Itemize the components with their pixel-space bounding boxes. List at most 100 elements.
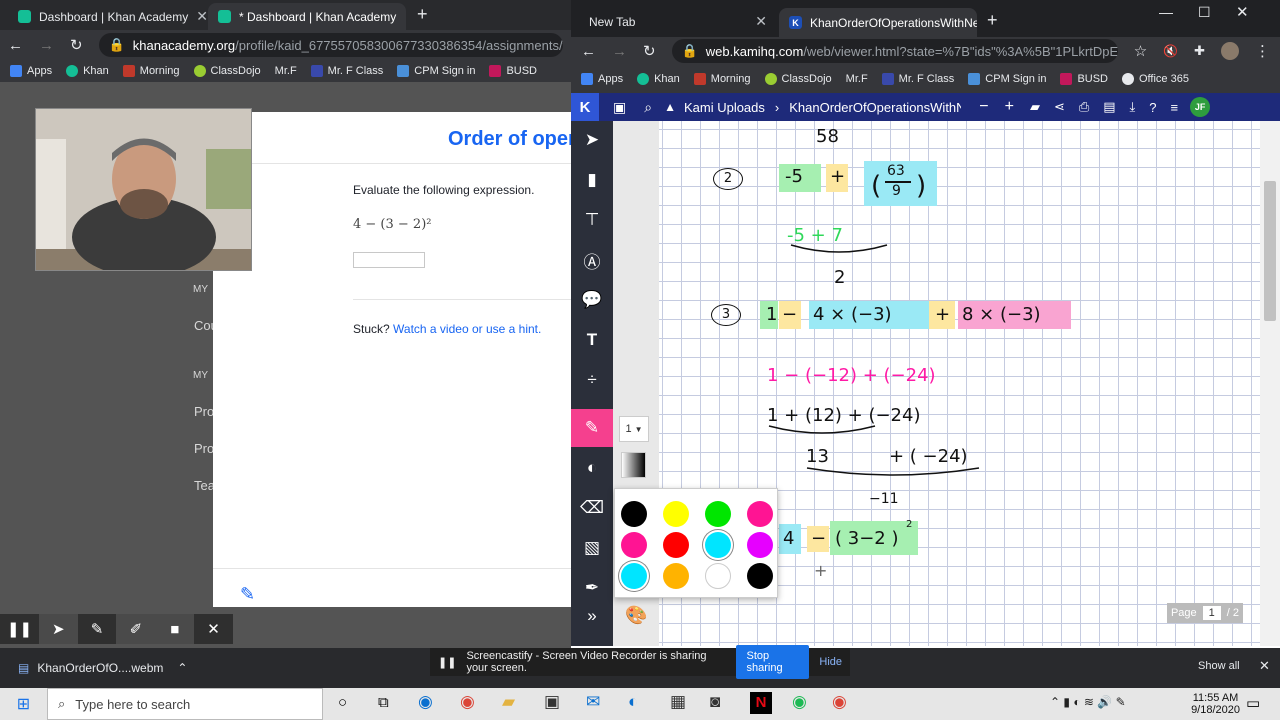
- equation-tool-icon[interactable]: ÷: [571, 361, 613, 399]
- stroke-size-select[interactable]: 1 ▼: [619, 416, 649, 442]
- profile-avatar[interactable]: [1221, 42, 1239, 60]
- select-tool-icon[interactable]: ➤: [571, 121, 613, 159]
- file-name[interactable]: KhanOrderOfOperationsWithNeg: [789, 100, 961, 115]
- scrollbar-thumb[interactable]: [1264, 181, 1276, 321]
- star-icon[interactable]: ☆: [1134, 42, 1147, 60]
- stop-sharing-button[interactable]: Stop sharing: [736, 645, 810, 679]
- scratchpad-pencil-icon[interactable]: ✎: [240, 584, 255, 605]
- extensions-icon[interactable]: ✚: [1194, 43, 1205, 59]
- address-bar[interactable]: 🔒 khanacademy.org/profile/kaid_677557058…: [98, 33, 563, 57]
- image-tool-icon[interactable]: ▧: [571, 529, 613, 567]
- bookmark-mrf[interactable]: Mr.F: [275, 65, 297, 77]
- bookmark-cpm[interactable]: CPM Sign in: [968, 73, 1046, 85]
- sidebar-item[interactable]: Pro: [194, 404, 214, 419]
- bookmark-cpm[interactable]: CPM Sign in: [397, 65, 475, 77]
- bookmark-morning[interactable]: Morning: [693, 73, 751, 85]
- clock[interactable]: 11:55 AM 9/18/2020: [1191, 688, 1240, 720]
- bookmark-office[interactable]: Office 365: [1122, 73, 1189, 85]
- document-scrollbar[interactable]: [1260, 121, 1280, 646]
- color-swatch[interactable]: [747, 501, 773, 527]
- bookmark-mrf-class[interactable]: Mr. F Class: [881, 73, 954, 85]
- color-swatch[interactable]: [705, 532, 731, 558]
- color-swatch[interactable]: [747, 563, 773, 589]
- spotify-icon[interactable]: ◉: [792, 692, 807, 712]
- address-bar[interactable]: 🔒 web.kamihq.com/web/viewer.html?state=%…: [671, 39, 1118, 63]
- drawing-tool-icon[interactable]: ✎: [571, 409, 613, 447]
- download-icon[interactable]: ⤓: [1130, 99, 1136, 115]
- file-explorer-icon[interactable]: ▰: [502, 692, 515, 712]
- breadcrumb-root[interactable]: Kami Uploads: [684, 100, 765, 115]
- hide-button[interactable]: Hide: [819, 656, 842, 668]
- eraser-tool-icon[interactable]: ⌫: [571, 489, 613, 527]
- user-avatar[interactable]: JF: [1190, 97, 1211, 117]
- bookmark-morning[interactable]: Morning: [122, 65, 180, 77]
- mute-icon[interactable]: 🔇: [1163, 44, 1178, 58]
- save-icon[interactable]: ▤: [1103, 99, 1115, 115]
- pen-icon[interactable]: ✎: [78, 614, 117, 644]
- app-icon[interactable]: ◐: [628, 692, 638, 712]
- zoom-in-icon[interactable]: +: [1005, 98, 1014, 116]
- color-swatch[interactable]: [705, 563, 731, 589]
- bookmark-apps[interactable]: Apps: [10, 65, 52, 77]
- cursor-tool-icon[interactable]: ➤: [38, 614, 78, 644]
- kami-logo-icon[interactable]: K: [571, 93, 599, 121]
- color-swatch[interactable]: [705, 501, 731, 527]
- highlighter-icon[interactable]: ✐: [116, 614, 156, 644]
- color-swatch[interactable]: [621, 563, 647, 589]
- camera-icon[interactable]: ■: [155, 614, 195, 644]
- notifications-icon[interactable]: ▭: [1246, 694, 1260, 712]
- reload-icon[interactable]: ↻: [70, 36, 83, 54]
- color-swatch[interactable]: [663, 563, 689, 589]
- color-swatch[interactable]: [663, 501, 689, 527]
- bookmark-mrf-class[interactable]: Mr. F Class: [310, 65, 383, 77]
- color-swatch[interactable]: [621, 532, 647, 558]
- bookmark-khan[interactable]: Khan: [66, 65, 109, 77]
- tab-new[interactable]: New Tab ✕: [579, 8, 777, 35]
- bookmark-busd[interactable]: BUSD: [1060, 73, 1108, 85]
- cortana-icon[interactable]: ○: [338, 694, 347, 711]
- bookmark-mrf[interactable]: Mr.F: [846, 73, 868, 85]
- opacity-slider[interactable]: [621, 452, 646, 478]
- tab-dashboard-1[interactable]: Dashboard | Khan Academy ✕: [8, 3, 208, 30]
- answer-input[interactable]: [353, 252, 425, 268]
- close-shelf-icon[interactable]: ✕: [1259, 658, 1270, 674]
- bookmark-khan[interactable]: Khan: [637, 73, 680, 85]
- sidebar-item[interactable]: Pro: [194, 441, 214, 456]
- system-tray-icons[interactable]: ⌃ ▮ ◐ ≋ 🔊 ✎: [1050, 695, 1126, 709]
- help-icon[interactable]: ?: [1149, 100, 1156, 115]
- netflix-icon[interactable]: N: [750, 692, 772, 714]
- mail-icon[interactable]: ✉: [586, 692, 600, 712]
- bookmark-classdojo[interactable]: ClassDojo: [764, 73, 832, 85]
- color-palette-icon[interactable]: 🎨: [625, 605, 647, 626]
- color-swatch[interactable]: [663, 532, 689, 558]
- camera-icon[interactable]: ◙: [710, 692, 720, 712]
- color-swatch[interactable]: [621, 501, 647, 527]
- back-icon[interactable]: ←: [8, 37, 23, 54]
- new-tab-icon[interactable]: +: [417, 4, 428, 25]
- new-tab-icon[interactable]: +: [987, 10, 998, 31]
- highlight-tool-icon[interactable]: ▮: [571, 161, 613, 199]
- close-tab-icon[interactable]: ✕: [755, 13, 767, 30]
- windows-start-icon[interactable]: ⊞: [0, 694, 47, 714]
- textbox-tool-icon[interactable]: ⊤: [571, 201, 613, 239]
- taskbar-search[interactable]: ⌕ Type here to search: [47, 688, 323, 720]
- close-icon[interactable]: ✕: [194, 614, 233, 644]
- hamburger-menu-icon[interactable]: ≡: [1171, 100, 1179, 115]
- calculator-icon[interactable]: ▦: [670, 692, 686, 712]
- close-tab-icon[interactable]: ✕: [404, 8, 406, 25]
- expand-tools-icon[interactable]: »: [571, 597, 613, 635]
- menu-dots-icon[interactable]: ⋮: [1255, 42, 1270, 60]
- back-icon[interactable]: ←: [581, 43, 596, 60]
- open-folder-icon[interactable]: ▰: [1030, 99, 1040, 115]
- chrome-icon[interactable]: ◉: [460, 692, 475, 712]
- color-swatch[interactable]: [747, 532, 773, 558]
- text-tool-icon[interactable]: T: [571, 321, 613, 359]
- zoom-out-icon[interactable]: −: [979, 98, 988, 116]
- sidebar-item[interactable]: Tea: [194, 478, 215, 493]
- close-tab-icon[interactable]: ✕: [196, 8, 208, 25]
- tab-kami-file[interactable]: K KhanOrderOfOperationsWithNeg ✕: [779, 8, 977, 37]
- sidebar-toggle-icon[interactable]: ▣: [613, 99, 626, 116]
- page-number-input[interactable]: 1: [1202, 606, 1221, 620]
- print-icon[interactable]: ⎙: [1079, 99, 1089, 115]
- task-view-icon[interactable]: ⧉: [378, 694, 389, 711]
